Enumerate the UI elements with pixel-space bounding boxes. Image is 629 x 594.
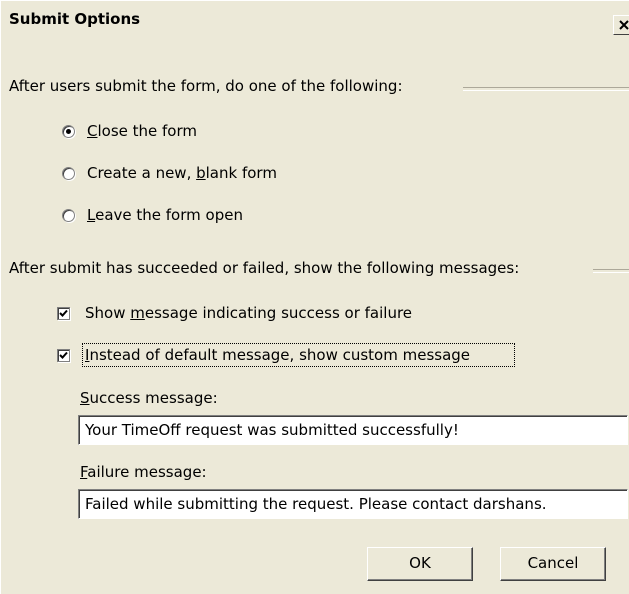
radio-leave-form-open-label[interactable]: Leave the form open <box>87 206 243 224</box>
radio-leave-form-open[interactable] <box>62 209 75 222</box>
group-divider <box>593 269 629 273</box>
checkbox-custom-message-label[interactable]: Instead of default message, show custom … <box>85 346 470 364</box>
checkmark-icon <box>59 309 68 317</box>
close-button[interactable] <box>613 15 629 35</box>
after-submit-heading: After users submit the form, do one of t… <box>9 77 403 95</box>
group-divider <box>463 87 629 91</box>
checkbox-show-message[interactable] <box>57 307 70 320</box>
submit-options-dialog: Submit Options After users submit the fo… <box>0 0 629 594</box>
failure-message-input[interactable] <box>78 489 628 519</box>
messages-heading: After submit has succeeded or failed, sh… <box>9 259 520 277</box>
radio-new-blank-form-label[interactable]: Create a new, blank form <box>87 164 277 182</box>
success-message-input[interactable] <box>78 415 628 445</box>
checkmark-icon <box>59 351 68 359</box>
radio-close-form[interactable] <box>62 125 75 138</box>
radio-new-blank-form[interactable] <box>62 167 75 180</box>
title-bar: Submit Options <box>1 1 629 35</box>
close-icon <box>619 20 629 30</box>
radio-selected-dot <box>66 129 71 134</box>
radio-close-form-label[interactable]: Close the form <box>87 122 197 140</box>
cancel-button[interactable]: Cancel <box>500 547 606 581</box>
checkbox-show-message-label[interactable]: Show message indicating success or failu… <box>85 304 412 322</box>
failure-message-label: Failure message: <box>80 463 207 481</box>
success-message-label: Success message: <box>80 389 218 407</box>
ok-button[interactable]: OK <box>367 547 473 581</box>
dialog-title: Submit Options <box>9 10 141 28</box>
checkbox-custom-message[interactable] <box>57 349 70 362</box>
